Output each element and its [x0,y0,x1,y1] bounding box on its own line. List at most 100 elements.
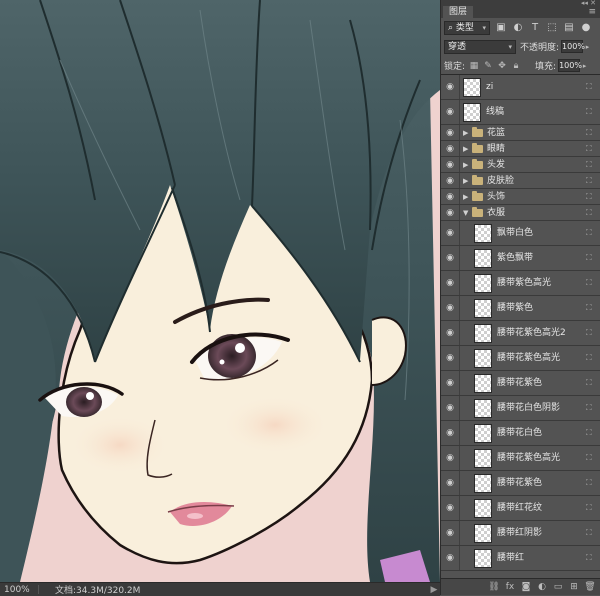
status-menu-arrow-icon[interactable]: ▶ [428,585,440,595]
fill-label: 填充: [535,62,557,72]
lock-icon: ⛶ [586,553,592,562]
eye-icon[interactable]: ◉ [445,553,455,563]
eye-icon[interactable]: ◉ [445,144,455,154]
eye-icon[interactable]: ◉ [445,128,455,138]
eye-icon[interactable]: ◉ [445,303,455,313]
lock-icon: ⛶ [586,453,592,462]
document-canvas[interactable] [0,0,440,582]
opacity-input[interactable]: 100% [561,40,585,53]
trash-icon[interactable]: 🗑︎ [584,581,596,593]
layer-row[interactable]: ◉ 腰带红 ⛶ [441,546,600,571]
zoom-level[interactable]: 100% [0,585,34,595]
layer-row[interactable]: ◉ 腰带花紫色高光 ⛶ [441,346,600,371]
filter-type-icon[interactable]: T [529,22,541,34]
group-name: 头发 [487,159,506,170]
layer-group-row[interactable]: ◉ ▼ 衣服 ⛶ [441,205,600,221]
folder-icon [472,142,483,153]
eye-icon[interactable]: ◉ [445,453,455,463]
folder-open-icon [472,206,483,217]
status-bar: 100% 文档:34.3M/320.2M ▶ [0,582,440,596]
filter-kind-select[interactable]: ⌕ 类型 ▾ [444,20,490,35]
link-icon[interactable]: ⛓ [488,581,500,593]
eye-icon[interactable]: ◉ [445,228,455,238]
eye-icon[interactable]: ◉ [445,328,455,338]
group-name: 衣服 [487,207,506,218]
layer-thumbnail [474,474,492,493]
adjustment-icon[interactable]: ◐ [536,581,548,593]
layer-row[interactable]: ◉ 腰带花紫色 ⛶ [441,371,600,396]
layer-thumbnail [474,249,492,268]
layer-row[interactable]: ◉ 腰带花紫色高光2 ⛶ [441,321,600,346]
eye-icon[interactable]: ◉ [445,208,455,218]
blend-opacity-row: 穿透 ▾ 不透明度: 100% ▸ [441,37,600,56]
fill-input[interactable]: 100% [558,59,582,72]
layer-name: 腰带花紫色高光 [497,453,561,463]
expand-arrow-icon[interactable]: ▶ [463,160,471,170]
eye-icon[interactable]: ◉ [445,528,455,538]
layer-row[interactable]: ◉ zi ⛶ [441,75,600,100]
expand-arrow-icon[interactable]: ▶ [463,128,471,138]
layer-row[interactable]: ◉ 腰带花白色阴影 ⛶ [441,396,600,421]
layer-name: 腰带紫色 [497,303,534,313]
eye-icon[interactable]: ◉ [445,253,455,263]
eye-icon[interactable]: ◉ [445,503,455,513]
layer-name: zi [486,82,494,92]
eye-icon[interactable]: ◉ [445,428,455,438]
lock-all-icon[interactable]: 🔒︎ [511,61,521,71]
folder-icon [472,190,483,201]
layer-row[interactable]: ◉ 线稿 ⛶ [441,100,600,125]
expand-arrow-icon[interactable]: ▶ [463,192,471,202]
panel-tab-bar: 图层 ≡ [441,6,600,18]
layer-row[interactable]: ◉ 腰带红花纹 ⛶ [441,496,600,521]
layer-thumbnail [474,374,492,393]
layer-row[interactable]: ◉ 飘带白色 ⛶ [441,221,600,246]
layer-row[interactable]: ◉ 腰带花紫色高光 ⛶ [441,446,600,471]
eye-icon[interactable]: ◉ [445,403,455,413]
layer-group-row[interactable]: ◉ ▶ 头饰 ⛶ [441,189,600,205]
layer-group-row[interactable]: ◉ ▶ 头发 ⛶ [441,157,600,173]
filter-toggle-icon[interactable]: ● [580,22,592,34]
layer-row[interactable]: ◉ 紫色飘带 ⛶ [441,246,600,271]
expand-arrow-icon[interactable]: ▶ [463,144,471,154]
panel-menu-icon[interactable]: ≡ [588,6,596,18]
opacity-slider-arrow-icon[interactable]: ▸ [583,43,592,51]
eye-icon[interactable]: ◉ [445,160,455,170]
filter-adjustment-icon[interactable]: ◐ [512,22,524,34]
collapse-arrow-icon[interactable]: ▼ [463,208,471,218]
lock-paint-icon[interactable]: ✎ [483,61,493,71]
new-group-icon[interactable]: ▭ [552,581,564,593]
expand-arrow-icon[interactable]: ▶ [463,176,471,186]
mask-icon[interactable]: ◙ [520,581,532,593]
eye-icon[interactable]: ◉ [445,278,455,288]
fill-slider-arrow-icon[interactable]: ▸ [580,62,589,70]
layer-list[interactable]: ◉ zi ⛶ ◉ 线稿 ⛶ ◉ ▶ 花篮 ⛶ ◉ ▶ 眼睛 ⛶ ◉ ▶ 头发 ⛶… [441,74,600,579]
layer-thumbnail [474,449,492,468]
eye-icon[interactable]: ◉ [445,478,455,488]
layer-row[interactable]: ◉ 腰带紫色 ⛶ [441,296,600,321]
filter-pixel-icon[interactable]: ▣ [495,22,507,34]
eye-icon[interactable]: ◉ [445,107,455,117]
lock-transparent-icon[interactable]: ▦ [469,61,479,71]
layer-row[interactable]: ◉ 腰带红阴影 ⛶ [441,521,600,546]
layer-row[interactable]: ◉ 腰带紫色高光 ⛶ [441,271,600,296]
blend-mode-select[interactable]: 穿透 ▾ [444,39,516,54]
layer-group-row[interactable]: ◉ ▶ 皮肤脸 ⛶ [441,173,600,189]
eye-icon[interactable]: ◉ [445,176,455,186]
tab-layers[interactable]: 图层 [443,6,474,18]
layer-row[interactable]: ◉ 腰带花白色 ⛶ [441,421,600,446]
new-layer-icon[interactable]: ⊞ [568,581,580,593]
lock-icon: ⛶ [586,478,592,487]
eye-icon[interactable]: ◉ [445,378,455,388]
layer-row[interactable]: ◉ 腰带花紫色 ⛶ [441,471,600,496]
layer-group-row[interactable]: ◉ ▶ 眼睛 ⛶ [441,141,600,157]
filter-shape-icon[interactable]: ⬚ [546,22,558,34]
fx-icon[interactable]: fx [504,581,516,593]
eye-icon[interactable]: ◉ [445,353,455,363]
filter-smart-object-icon[interactable]: ▤ [563,22,575,34]
eye-icon[interactable]: ◉ [445,192,455,202]
layer-group-row[interactable]: ◉ ▶ 花篮 ⛶ [441,125,600,141]
opacity-label: 不透明度: [520,43,560,53]
lock-position-icon[interactable]: ✥ [497,61,507,71]
layer-filter-row: ⌕ 类型 ▾ ▣ ◐ T ⬚ ▤ ● [441,18,600,37]
eye-icon[interactable]: ◉ [445,82,455,92]
